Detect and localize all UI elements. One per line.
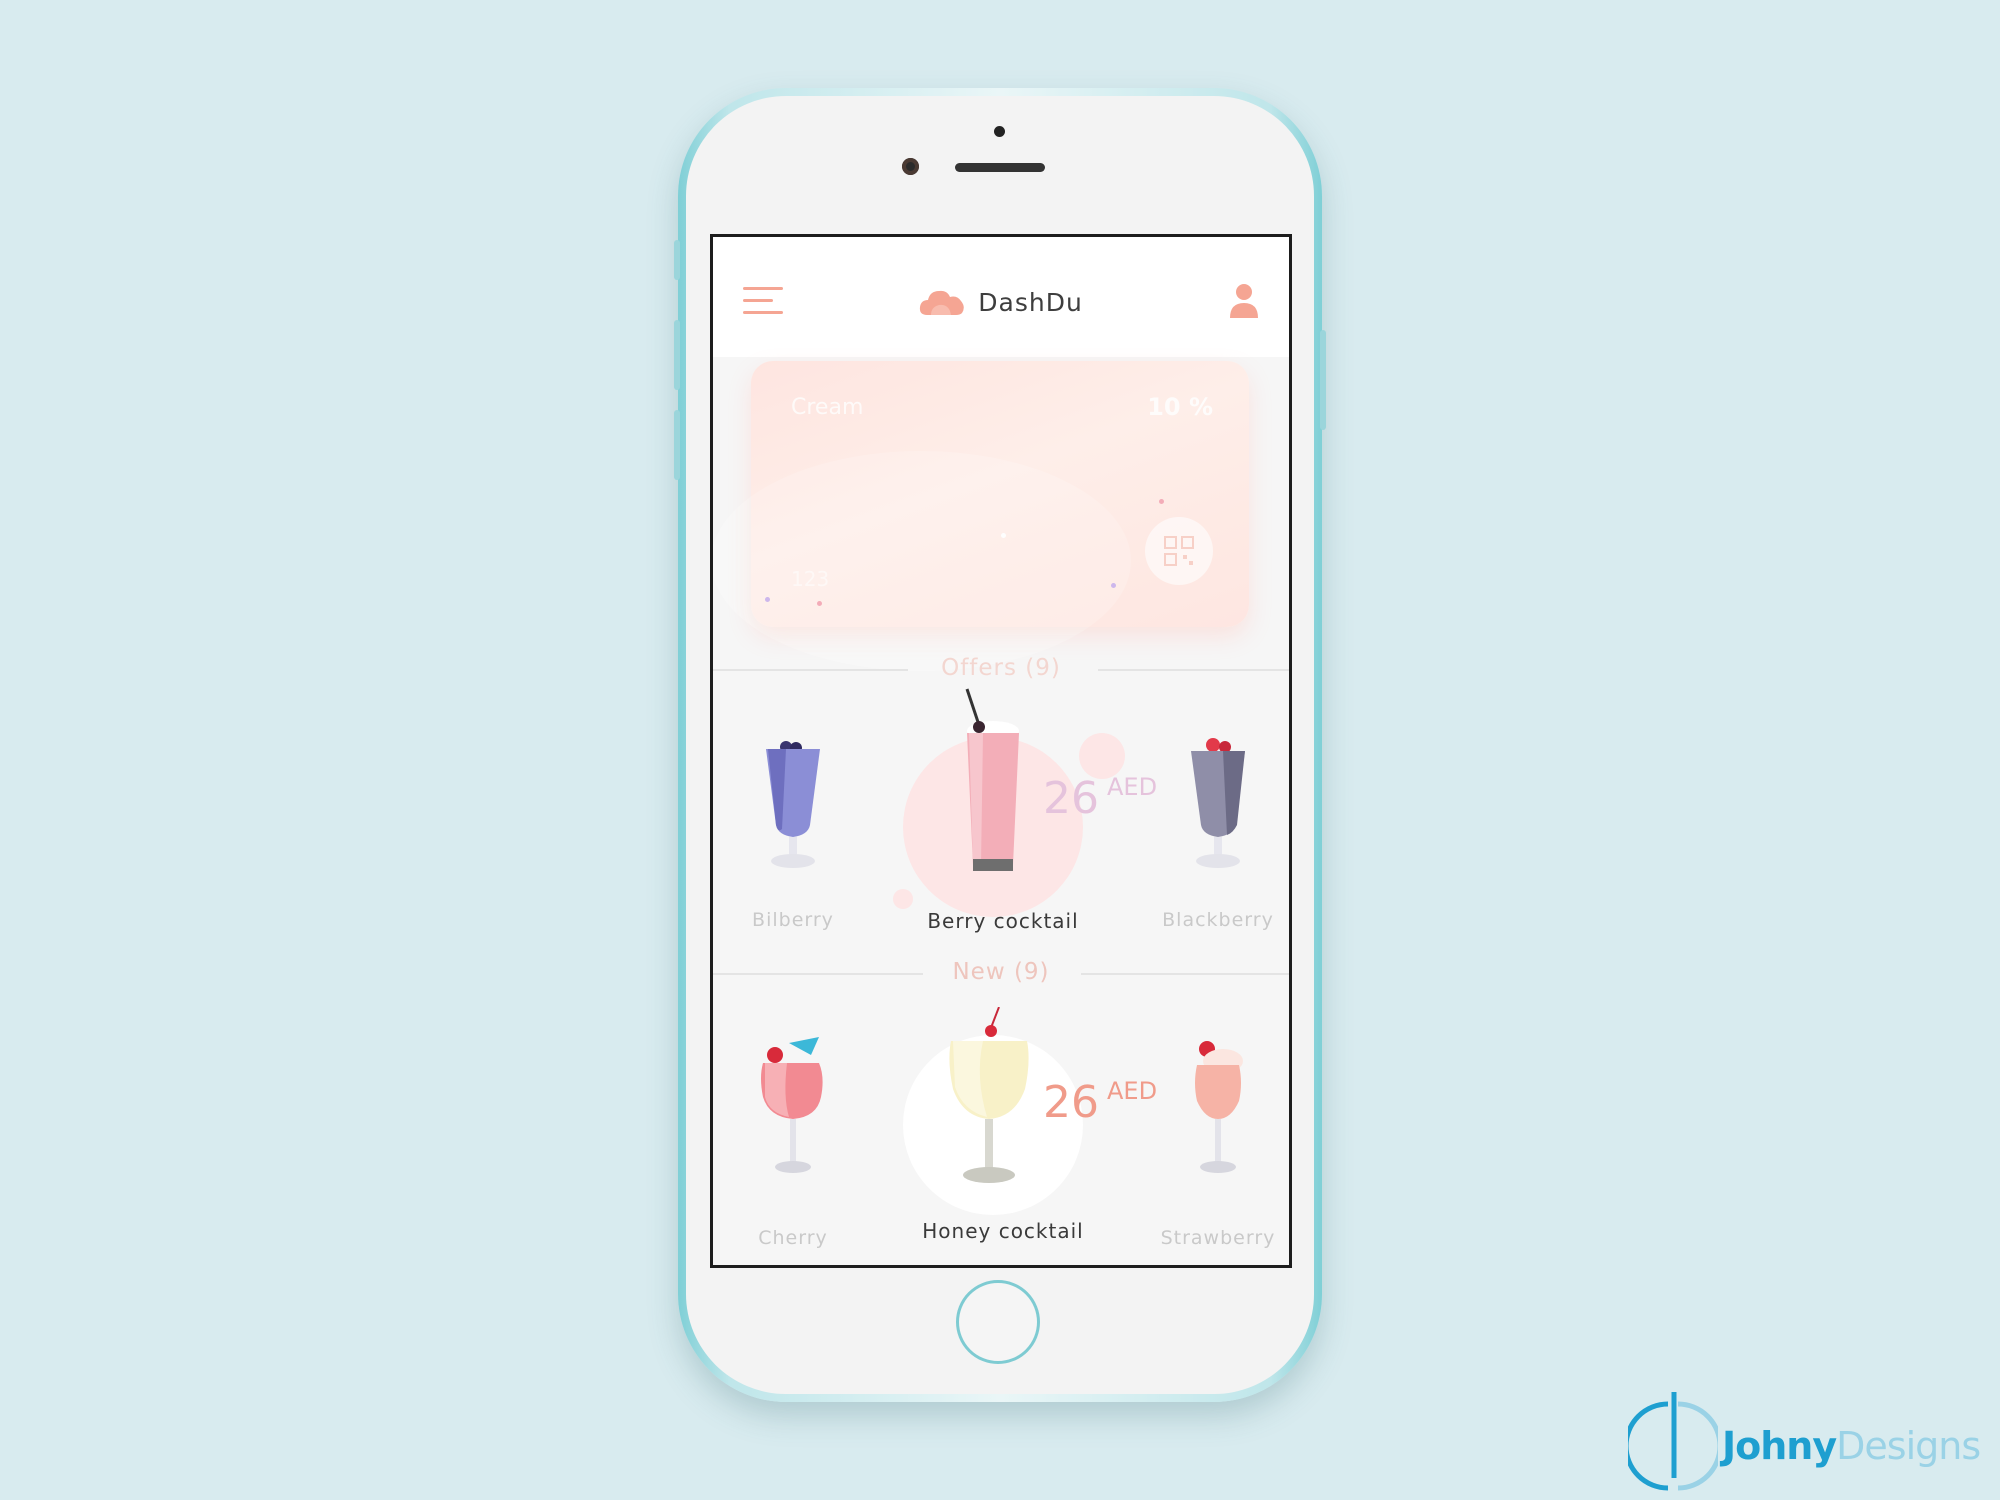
proximity-sensor (994, 126, 1005, 137)
volume-down-button (674, 410, 680, 480)
product-label: Blackberry (1162, 909, 1274, 931)
price-amount: 26 (1043, 1077, 1099, 1128)
card-wave-decoration (713, 451, 1131, 671)
new-title: New (9) (952, 959, 1050, 985)
logo-text: JohnyDesigns (1722, 1424, 1981, 1468)
new-section-header: New (9) (713, 959, 1289, 989)
strawberry-drink-image (1195, 1041, 1243, 1173)
honey-cocktail-drink-image (949, 1007, 1029, 1183)
power-button (1320, 330, 1326, 430)
sparkle (817, 601, 822, 606)
qr-code-button[interactable] (1145, 517, 1213, 585)
sparkle (1001, 533, 1006, 538)
product-label: Cherry (758, 1227, 828, 1249)
product-blackberry[interactable]: Blackberry (1153, 737, 1283, 957)
brand: DashDu (713, 287, 1289, 317)
logo-text-johny: Johny (1722, 1424, 1837, 1468)
sparkle (1111, 583, 1116, 588)
offers-title: Offers (9) (941, 655, 1061, 681)
cherry-drink-image (761, 1037, 823, 1173)
bilberry-drink-image (766, 741, 820, 868)
product-label: Berry cocktail (927, 909, 1079, 933)
volume-up-button (674, 320, 680, 390)
decorative-bubble (893, 889, 913, 909)
offers-section-header: Offers (9) (713, 655, 1289, 685)
card-discount: 10 % (1147, 393, 1213, 421)
price-currency: AED (1107, 773, 1158, 801)
app-screen: DashDu Cream 10 % 123 Offers (9) Bilberr… (710, 234, 1292, 1268)
product-bilberry[interactable]: Bilberry (733, 737, 853, 957)
johny-designs-logo: JohnyDesigns (1628, 1386, 1998, 1496)
front-camera (902, 158, 919, 175)
card-number: 123 (791, 567, 830, 591)
price-amount: 26 (1043, 773, 1099, 824)
brand-name: DashDu (978, 287, 1083, 317)
price-currency: AED (1107, 1077, 1158, 1105)
app-header: DashDu (713, 237, 1289, 357)
new-price: 26 AED (1043, 1077, 1157, 1128)
product-label: Strawberry (1160, 1227, 1276, 1249)
cloud-icon (920, 290, 964, 315)
logo-mark-icon (1628, 1392, 1718, 1491)
loyalty-card[interactable]: Cream 10 % 123 (713, 361, 1249, 671)
user-icon[interactable] (1229, 283, 1259, 319)
card-name: Cream (791, 395, 864, 420)
product-cherry[interactable]: Cherry (733, 1037, 853, 1257)
berry-cocktail-drink-image (965, 688, 1019, 871)
logo-text-designs: Designs (1836, 1424, 1981, 1468)
product-strawberry[interactable]: Strawberry (1153, 1037, 1283, 1257)
blackberry-drink-image (1191, 738, 1245, 868)
product-label: Bilberry (752, 909, 834, 931)
earpiece-speaker (955, 163, 1045, 172)
home-button[interactable] (956, 1280, 1040, 1364)
sparkle (765, 597, 770, 602)
product-label: Honey cocktail (922, 1219, 1084, 1243)
sparkle (1159, 499, 1164, 504)
mute-switch (674, 240, 680, 280)
qr-code-icon (1164, 536, 1194, 566)
offer-price: 26 AED (1043, 773, 1157, 824)
